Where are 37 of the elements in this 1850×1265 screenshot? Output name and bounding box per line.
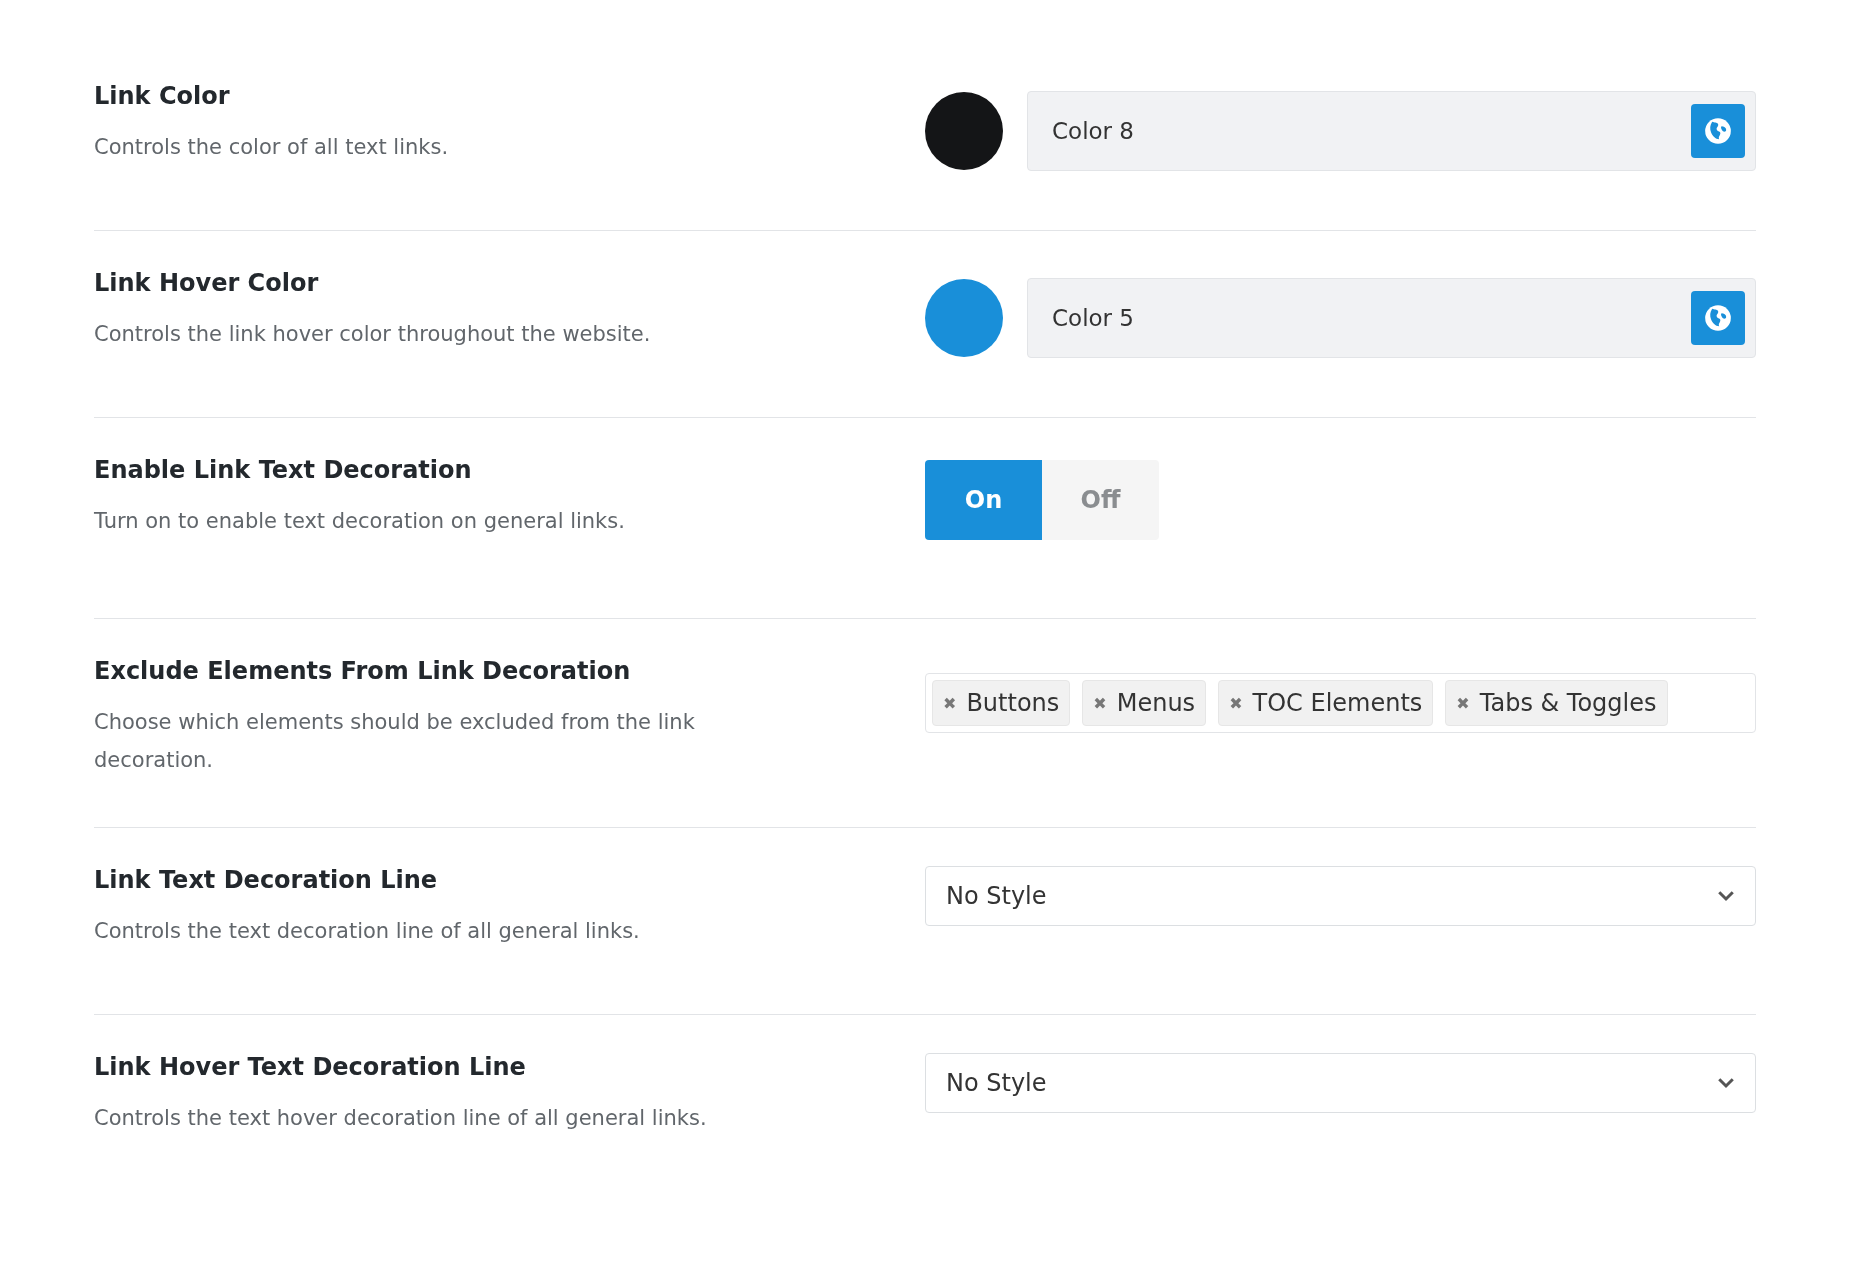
remove-tag-button[interactable]: ✖ [1456,693,1470,713]
remove-tag-button[interactable]: ✖ [1229,693,1243,713]
color-field[interactable]: Color 8 [1027,91,1756,171]
chevron-down-icon [1717,1077,1735,1089]
color-field[interactable]: Color 5 [1027,278,1756,358]
setting-description: Controls the text decoration line of all general links. [94,918,641,945]
tags-field[interactable]: ✖ Buttons ✖ Menus ✖ TOC Elements ✖ Tabs & Toggles [925,673,1756,733]
select-value: No Style [946,1069,1047,1097]
global-color-button[interactable] [1691,104,1745,158]
setting-title: Link Hover Text Decoration Line [94,1053,527,1081]
tag-label: Buttons [966,689,1060,717]
field-value: Color 8 [1052,118,1134,144]
setting-description: Controls the link hover color throughout the website. [94,321,652,348]
setting-title: Link Hover Color [94,269,320,297]
setting-description: Controls the text hover decoration line of all general links. [94,1105,708,1132]
select-value: No Style [946,882,1047,910]
setting-title: Link Text Decoration Line [94,866,439,894]
global-color-button[interactable] [1691,291,1745,345]
remove-tag-button[interactable]: ✖ [943,693,957,713]
remove-tag-button[interactable]: ✖ [1093,693,1107,713]
setting-description: Controls the color of all text links. [94,134,450,161]
setting-description: Choose which elements should be excluded from the link decoration. [94,709,696,774]
tag-label: Tabs & Toggles [1479,689,1657,717]
select-dropdown[interactable]: No Style [925,866,1756,926]
select-dropdown[interactable]: No Style [925,1053,1756,1113]
globe-icon [1704,117,1732,145]
setting-description: Turn on to enable text decoration on general links. [94,508,626,535]
setting-title: Link Color [94,82,231,110]
tag-label: TOC Elements [1252,689,1423,717]
setting-title: Enable Link Text Decoration [94,456,473,484]
globe-icon [1704,304,1732,332]
toggle-option[interactable]: On [925,460,1042,540]
tag-label: Menus [1116,689,1196,717]
field-value: Color 5 [1052,305,1134,331]
chevron-down-icon [1717,890,1735,902]
toggle-option[interactable]: Off [1042,460,1159,540]
setting-title: Exclude Elements From Link Decoration [94,657,632,685]
